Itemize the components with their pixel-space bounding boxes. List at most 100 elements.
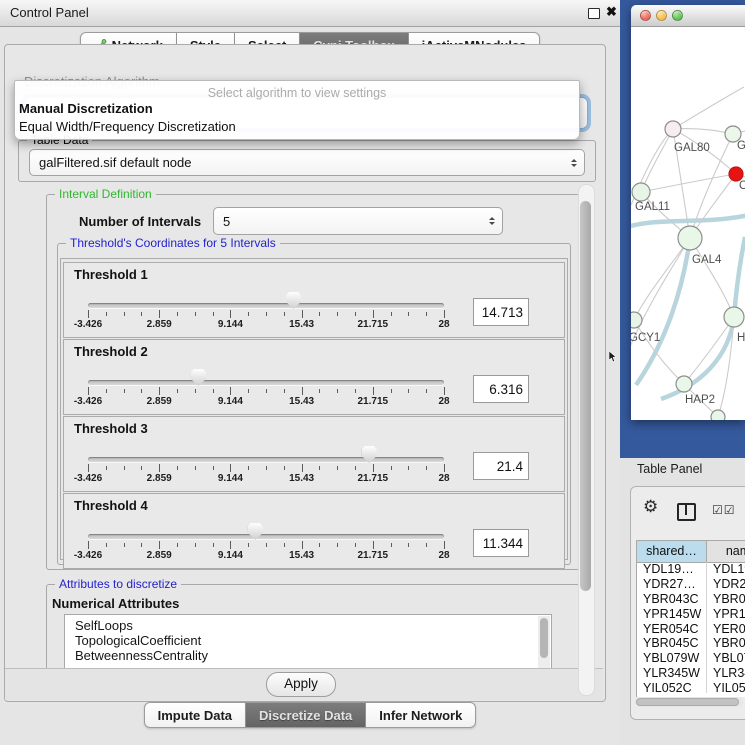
node-label-hap2: HAP2 bbox=[685, 394, 715, 406]
node-label-ga: GA bbox=[737, 140, 745, 152]
table-cell[interactable]: YBL07 bbox=[707, 651, 745, 666]
tab-infer-network[interactable]: Infer Network bbox=[366, 702, 476, 728]
threshold-label: Threshold 1 bbox=[74, 267, 148, 282]
table-cell[interactable]: YDL19… bbox=[637, 562, 707, 577]
table-hscrollbar[interactable] bbox=[634, 697, 743, 707]
zoom-light-icon[interactable] bbox=[672, 10, 683, 21]
network-node-node-red[interactable] bbox=[729, 167, 743, 181]
combo-stepper-icon bbox=[571, 159, 577, 167]
table-hscrollbar-thumb[interactable] bbox=[636, 698, 739, 706]
attribute-item-topologicalcoefficient[interactable]: TopologicalCoefficient bbox=[65, 633, 551, 648]
control-panel-titlebar bbox=[0, 0, 620, 27]
network-edge bbox=[684, 317, 734, 384]
threshold-panel-threshold-2: Threshold 2-3.4262.8599.14415.4321.71528… bbox=[63, 339, 565, 415]
tab-impute-data[interactable]: Impute Data bbox=[144, 702, 246, 728]
network-node-gal11[interactable] bbox=[632, 183, 650, 201]
network-node-gal80[interactable] bbox=[665, 121, 681, 137]
apply-button[interactable]: Apply bbox=[266, 672, 336, 697]
network-node-node-h[interactable] bbox=[724, 307, 744, 327]
table-cell[interactable]: YBL079W bbox=[637, 651, 707, 666]
table-row[interactable]: YBR043CYBR04 bbox=[637, 592, 745, 607]
table-cell[interactable]: YDR27 bbox=[707, 577, 745, 592]
cyni-mode-tabbar: Impute DataDiscretize DataInfer Network bbox=[0, 702, 620, 728]
close-light-icon[interactable] bbox=[640, 10, 651, 21]
column-header-shared-[interactable]: shared… bbox=[637, 541, 707, 563]
table-data-value: galFiltered.sif default node bbox=[30, 155, 571, 170]
network-canvas[interactable]: GAL80GACGAL11GAL4GCY1HHAP2 bbox=[631, 27, 745, 420]
node-label-h: H bbox=[737, 332, 745, 344]
panel-title: Control Panel bbox=[10, 5, 89, 20]
algorithm-option-manual-discretization[interactable]: Manual Discretization bbox=[15, 100, 579, 118]
attribute-item-betweennesscentrality[interactable]: BetweennessCentrality bbox=[65, 648, 551, 663]
table-cell[interactable]: YER054C bbox=[637, 622, 707, 637]
threshold-value-field[interactable]: 21.4 bbox=[473, 452, 529, 480]
algorithm-dropdown-popup: Select algorithm to view settings Manual… bbox=[14, 80, 580, 140]
table-cell[interactable]: YBR043C bbox=[637, 592, 707, 607]
network-edge bbox=[673, 129, 733, 134]
close-icon[interactable]: ✖ bbox=[606, 4, 617, 20]
slider-track[interactable] bbox=[88, 457, 444, 462]
network-edge bbox=[641, 129, 673, 192]
network-node-gcy1[interactable] bbox=[631, 312, 642, 328]
table-row[interactable]: YER054CYER05 bbox=[637, 622, 745, 637]
algorithm-option-equal-width-frequency-discretization[interactable]: Equal Width/Frequency Discretization bbox=[15, 118, 579, 136]
table-cell[interactable]: YPR145W bbox=[637, 607, 707, 622]
tab-discretize-data[interactable]: Discretize Data bbox=[246, 702, 366, 728]
slider-track[interactable] bbox=[88, 380, 444, 385]
table-cell[interactable]: YDR27… bbox=[637, 577, 707, 592]
numerical-attributes-label: Numerical Attributes bbox=[52, 596, 179, 611]
float-window-icon[interactable] bbox=[588, 8, 600, 19]
table-cell[interactable]: YLR345W bbox=[637, 666, 707, 681]
node-label-gal11: GAL11 bbox=[635, 201, 670, 213]
table-cell[interactable]: YLR34 bbox=[707, 666, 745, 681]
table-row[interactable]: YIL052CYIL05 bbox=[637, 681, 745, 693]
threshold-value-field[interactable]: 6.316 bbox=[473, 375, 529, 403]
table-row[interactable]: YDR27…YDR27 bbox=[637, 577, 745, 592]
network-node-node-bottom[interactable] bbox=[711, 410, 725, 420]
table-cell[interactable]: YBR04 bbox=[707, 636, 745, 651]
column-layout-icon[interactable] bbox=[677, 503, 696, 521]
slider-track[interactable] bbox=[88, 534, 444, 539]
table-cell[interactable]: YBR04 bbox=[707, 592, 745, 607]
num-intervals-label: Number of Intervals bbox=[79, 214, 201, 229]
table-cell[interactable]: YIL05 bbox=[707, 681, 745, 693]
network-window-titlebar[interactable] bbox=[631, 5, 745, 27]
numerical-attributes-list[interactable]: SelfLoopsTopologicalCoefficientBetweenne… bbox=[64, 614, 552, 670]
table-cell[interactable]: YPR14 bbox=[707, 607, 745, 622]
network-edge bbox=[636, 238, 690, 385]
table-row[interactable]: YDL19…YDL19 bbox=[637, 562, 745, 577]
num-intervals-combobox[interactable]: 5 bbox=[213, 207, 503, 235]
table-panel-title: Table Panel bbox=[637, 462, 702, 476]
network-edge bbox=[690, 238, 734, 317]
table-row[interactable]: YBR045CYBR04 bbox=[637, 636, 745, 651]
threshold-value-field[interactable]: 14.713 bbox=[473, 298, 529, 326]
network-view-window: GAL80GACGAL11GAL4GCY1HHAP2 bbox=[631, 5, 745, 420]
checkbox-icons[interactable]: ☑☑ bbox=[712, 503, 736, 517]
table-row[interactable]: YPR145WYPR14 bbox=[637, 607, 745, 622]
panel-scrollbar-thumb[interactable] bbox=[580, 201, 591, 591]
dropdown-placeholder: Select algorithm to view settings bbox=[15, 81, 579, 100]
slider-track[interactable] bbox=[88, 303, 444, 308]
combo-stepper-icon bbox=[489, 217, 495, 225]
panel-scrollbar[interactable] bbox=[578, 184, 595, 696]
network-node-hap2[interactable] bbox=[676, 376, 692, 392]
table-row[interactable]: YLR345WYLR34 bbox=[637, 666, 745, 681]
thresholds-group: Threshold's Coordinates for 5 Intervals … bbox=[57, 243, 571, 565]
minimize-light-icon[interactable] bbox=[656, 10, 667, 21]
table-cell[interactable]: YER05 bbox=[707, 622, 745, 637]
table-cell[interactable]: YIL052C bbox=[637, 681, 707, 693]
table-cell[interactable]: YBR045C bbox=[637, 636, 707, 651]
application-root: Control Panel ✖ NetworkStyleSelectCyni T… bbox=[0, 0, 745, 745]
dropdown-options: Manual DiscretizationEqual Width/Frequen… bbox=[15, 100, 579, 136]
node-label-gal4: GAL4 bbox=[692, 254, 722, 266]
network-node-gal4[interactable] bbox=[678, 226, 702, 250]
attributes-scrollbar[interactable] bbox=[538, 616, 550, 668]
attribute-item-selfloops[interactable]: SelfLoops bbox=[65, 618, 551, 633]
table-cell[interactable]: YDL19 bbox=[707, 562, 745, 577]
gear-icon[interactable]: ⚙ bbox=[643, 498, 658, 516]
threshold-value-field[interactable]: 11.344 bbox=[473, 529, 529, 557]
table-data-group: Table Data galFiltered.sif default node bbox=[18, 140, 596, 182]
table-data-combobox[interactable]: galFiltered.sif default node bbox=[29, 149, 585, 176]
table-row[interactable]: YBL079WYBL07 bbox=[637, 651, 745, 666]
column-header-name[interactable]: name bbox=[707, 541, 745, 563]
